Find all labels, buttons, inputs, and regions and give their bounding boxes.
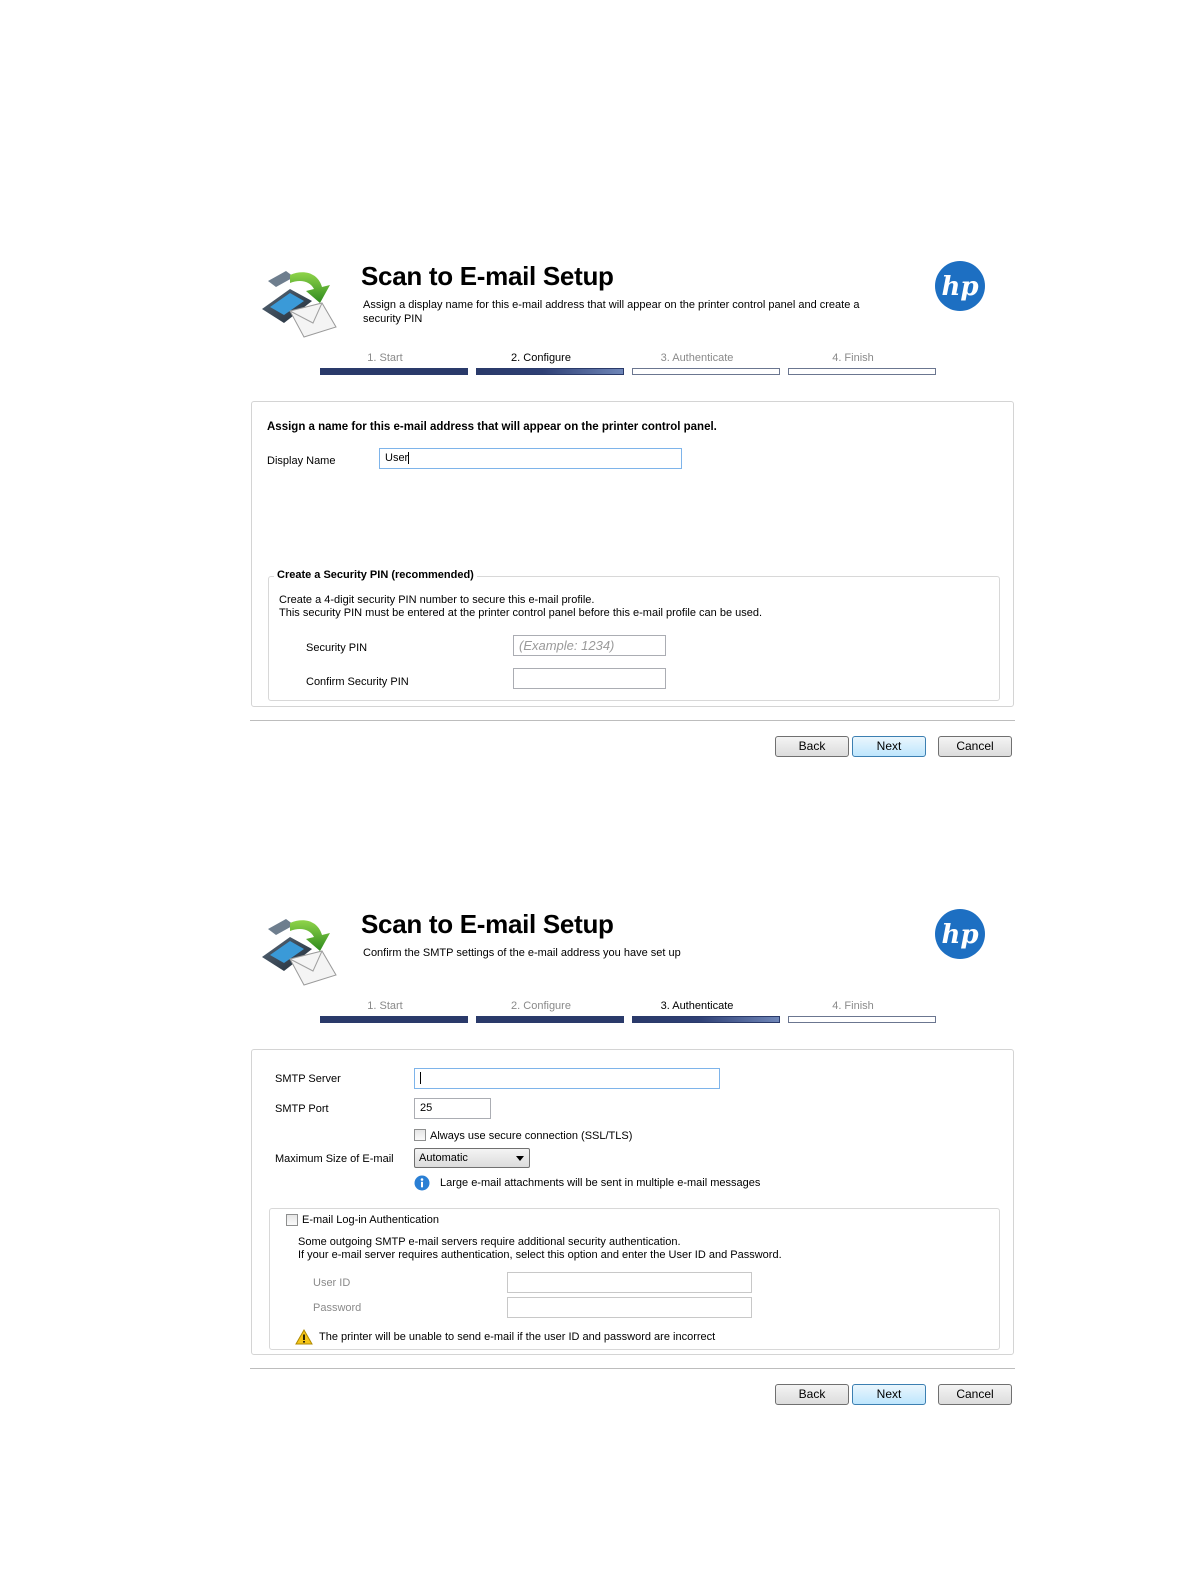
scan-to-email-authenticate-dialog: Scan to E-mail Setup Confirm the SMTP se… (250, 903, 1015, 1413)
auth-description-line1: Some outgoing SMTP e-mail servers requir… (298, 1236, 681, 1248)
step-bar-start (320, 368, 468, 375)
dropdown-arrow-icon (516, 1156, 524, 1161)
authentication-group: E-mail Log-in Authentication Some outgoi… (269, 1208, 1000, 1350)
hp-logo-icon: hp (935, 909, 985, 959)
step-bar-authenticate (632, 1016, 780, 1023)
button-separator (250, 1368, 1015, 1369)
text-caret (408, 452, 410, 465)
smtp-port-label: SMTP Port (275, 1103, 329, 1115)
cancel-button[interactable]: Cancel (938, 736, 1012, 757)
step-start: 1. Start (367, 352, 403, 364)
step-authenticate: 3. Authenticate (660, 352, 734, 364)
user-id-label: User ID (313, 1277, 351, 1289)
section-heading: Assign a name for this e-mail address th… (267, 421, 717, 433)
svg-text:hp: hp (941, 272, 978, 302)
step-bar-finish (788, 368, 936, 375)
step-finish: 4. Finish (832, 1000, 874, 1012)
max-size-label: Maximum Size of E-mail (275, 1153, 394, 1165)
warning-message: The printer will be unable to send e-mai… (319, 1331, 716, 1343)
display-name-input[interactable]: User (379, 448, 682, 469)
warning-icon (295, 1329, 313, 1345)
content-panel: Assign a name for this e-mail address th… (251, 401, 1014, 707)
content-panel: SMTP Server SMTP Port 25 Always use secu… (251, 1049, 1014, 1355)
scan-email-icon (262, 919, 337, 986)
email-login-auth-checkbox[interactable] (286, 1214, 298, 1226)
smtp-port-input[interactable]: 25 (414, 1098, 491, 1119)
security-pin-input[interactable]: (Example: 1234) (513, 635, 666, 656)
dialog-title: Scan to E-mail Setup (361, 261, 614, 291)
user-id-input[interactable] (507, 1272, 752, 1293)
next-button[interactable]: Next (852, 736, 926, 757)
info-message: Large e-mail attachments will be sent in… (440, 1177, 761, 1189)
secure-connection-label: Always use secure connection (SSL/TLS) (430, 1130, 633, 1142)
dialog-subtitle: Confirm the SMTP settings of the e-mail … (363, 947, 681, 959)
max-size-select[interactable]: Automatic (414, 1148, 530, 1168)
secure-connection-checkbox[interactable] (414, 1129, 426, 1141)
cancel-button[interactable]: Cancel (938, 1384, 1012, 1405)
dialog-title: Scan to E-mail Setup (361, 909, 614, 939)
password-input[interactable] (507, 1297, 752, 1318)
step-bar-configure (476, 368, 624, 375)
hp-logo-icon: hp (935, 261, 985, 311)
pin-description-line1: Create a 4-digit security PIN number to … (279, 594, 595, 606)
back-button[interactable]: Back (775, 1384, 849, 1405)
step-bar-authenticate (632, 368, 780, 375)
pin-description-line2: This security PIN must be entered at the… (279, 607, 763, 619)
auth-description-line2: If your e-mail server requires authentic… (298, 1249, 782, 1261)
dialog-subtitle: Assign a display name for this e-mail ad… (363, 299, 860, 325)
security-pin-group: Create a Security PIN (recommended) Crea… (268, 569, 1000, 701)
email-login-auth-label: E-mail Log-in Authentication (302, 1214, 439, 1226)
display-name-label: Display Name (267, 455, 336, 467)
step-finish: 4. Finish (832, 352, 874, 364)
step-configure: 2. Configure (511, 352, 571, 364)
confirm-pin-input[interactable] (513, 668, 666, 689)
step-configure: 2. Configure (511, 1000, 571, 1012)
password-label: Password (313, 1302, 362, 1314)
confirm-pin-label: Confirm Security PIN (306, 676, 409, 688)
scan-to-email-configure-dialog: Scan to E-mail Setup Assign a display na… (250, 255, 1015, 765)
scan-email-icon (262, 271, 337, 338)
step-bar-configure (476, 1016, 624, 1023)
security-pin-group-title: Create a Security PIN (recommended) (274, 569, 477, 581)
info-icon (414, 1175, 430, 1191)
next-button[interactable]: Next (852, 1384, 926, 1405)
smtp-server-input[interactable] (414, 1068, 720, 1089)
security-pin-label: Security PIN (306, 642, 368, 654)
step-bar-finish (788, 1016, 936, 1023)
back-button[interactable]: Back (775, 736, 849, 757)
step-start: 1. Start (367, 1000, 403, 1012)
button-separator (250, 720, 1015, 721)
svg-text:hp: hp (941, 920, 978, 950)
smtp-server-label: SMTP Server (275, 1073, 341, 1085)
text-caret (420, 1072, 421, 1085)
step-bar-start (320, 1016, 468, 1023)
step-authenticate: 3. Authenticate (660, 1000, 734, 1012)
